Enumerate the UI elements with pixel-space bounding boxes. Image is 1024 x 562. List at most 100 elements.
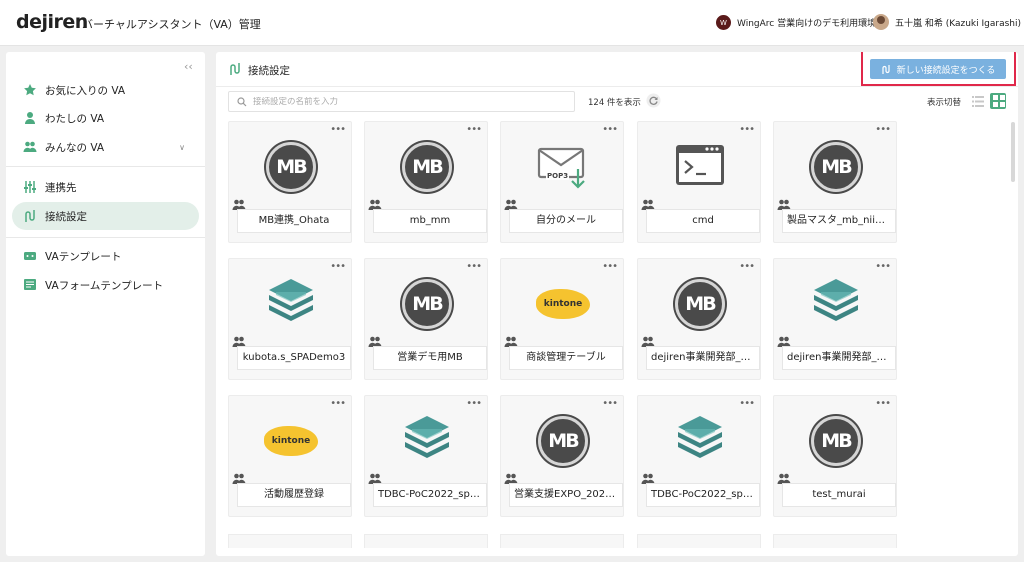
new-connection-button[interactable]: 新しい接続設定をつくる bbox=[870, 59, 1006, 79]
more-menu-icon[interactable]: ••• bbox=[466, 398, 482, 409]
grid-view-icon[interactable] bbox=[990, 93, 1006, 109]
sidebar-item-label: お気に入りの VA bbox=[45, 84, 126, 97]
refresh-icon[interactable] bbox=[646, 93, 661, 108]
add-connection-icon bbox=[881, 64, 891, 75]
card-title: 活動履歴登録 bbox=[237, 483, 351, 507]
more-menu-icon[interactable]: ••• bbox=[739, 124, 755, 135]
chevron-down-icon[interactable]: ∨ bbox=[179, 143, 185, 152]
connection-card[interactable]: ••• kintone 活動履歴登録 bbox=[228, 395, 352, 517]
connection-icon bbox=[23, 209, 37, 223]
sidebar-item-everyone-va[interactable]: みんなの VA ∨ bbox=[12, 133, 199, 161]
card-partial bbox=[773, 534, 897, 548]
spa-stack-icon bbox=[400, 413, 454, 469]
connection-card[interactable]: ••• kubota.s_SPADemo3 bbox=[228, 258, 352, 380]
more-menu-icon[interactable]: ••• bbox=[602, 261, 618, 272]
tenant-switcher[interactable]: W WingArc 営業向けのデモ利用環境 bbox=[716, 15, 876, 30]
scrollbar[interactable] bbox=[1011, 122, 1015, 182]
more-menu-icon[interactable]: ••• bbox=[330, 124, 346, 135]
shared-users-icon bbox=[641, 470, 655, 484]
list-view-icon[interactable] bbox=[971, 94, 985, 108]
more-menu-icon[interactable]: ••• bbox=[330, 261, 346, 272]
sidebar-item-integrations[interactable]: 連携先 bbox=[12, 173, 199, 201]
card-title: 営業支援EXPO_202204 bbox=[509, 483, 623, 507]
template-icon bbox=[23, 249, 37, 263]
search-icon bbox=[237, 96, 247, 107]
mail-pop3-icon: POP3 bbox=[536, 142, 590, 192]
tenant-badge: W bbox=[716, 15, 731, 30]
divider bbox=[6, 237, 205, 238]
more-menu-icon[interactable]: ••• bbox=[875, 124, 891, 135]
terminal-icon bbox=[674, 143, 726, 191]
card-partial bbox=[364, 534, 488, 548]
sidebar-item-favorite-va[interactable]: お気に入りの VA bbox=[12, 76, 199, 104]
shared-users-icon bbox=[232, 196, 246, 210]
card-title: 製品マスタ_mb_niioka bbox=[782, 209, 896, 233]
shared-users-icon bbox=[777, 470, 791, 484]
more-menu-icon[interactable]: ••• bbox=[739, 398, 755, 409]
connection-card[interactable]: ••• cmd bbox=[637, 121, 761, 243]
connection-card[interactable]: ••• MB MB連携_Ohata bbox=[228, 121, 352, 243]
shared-users-icon bbox=[232, 333, 246, 347]
form-template-icon bbox=[23, 278, 37, 292]
sidebar-item-va-templates[interactable]: VAテンプレート bbox=[12, 242, 199, 270]
more-menu-icon[interactable]: ••• bbox=[602, 398, 618, 409]
more-menu-icon[interactable]: ••• bbox=[875, 261, 891, 272]
avatar bbox=[873, 14, 889, 30]
connection-card[interactable]: ••• MB test_murai bbox=[773, 395, 897, 517]
sidebar-item-label: わたしの VA bbox=[45, 112, 105, 125]
card-title: 営業デモ用MB bbox=[373, 346, 487, 370]
more-menu-icon[interactable]: ••• bbox=[739, 261, 755, 272]
new-connection-label: 新しい接続設定をつくる bbox=[896, 65, 996, 76]
more-menu-icon[interactable]: ••• bbox=[330, 398, 346, 409]
divider bbox=[216, 86, 1018, 87]
sidebar-item-va-form-templates[interactable]: VAフォームテンプレート bbox=[12, 271, 199, 299]
shared-users-icon bbox=[504, 196, 518, 210]
spa-stack-icon bbox=[673, 413, 727, 469]
card-title: 商談管理テーブル bbox=[509, 346, 623, 370]
sidebar-item-connection-settings[interactable]: 接続設定 bbox=[12, 202, 199, 230]
spa-stack-icon bbox=[809, 276, 863, 332]
person-icon bbox=[23, 111, 37, 125]
app-title: バーチャルアシスタント（VA）管理 bbox=[82, 18, 261, 31]
user-name: 五十嵐 和希 (Kazuki Igarashi) bbox=[895, 18, 1021, 29]
connection-card[interactable]: ••• MB 製品マスタ_mb_niioka bbox=[773, 121, 897, 243]
mb-logo-icon: MB bbox=[402, 142, 452, 192]
connection-card[interactable]: ••• MB 営業支援EXPO_202204 bbox=[500, 395, 624, 517]
search-field[interactable] bbox=[228, 91, 575, 112]
connection-card[interactable]: ••• kintone 商談管理テーブル bbox=[500, 258, 624, 380]
connection-card[interactable]: ••• MB 営業デモ用MB bbox=[364, 258, 488, 380]
more-menu-icon[interactable]: ••• bbox=[875, 398, 891, 409]
shared-users-icon bbox=[641, 196, 655, 210]
connection-card[interactable]: ••• TDBC-PoC2022_spa-connection bbox=[364, 395, 488, 517]
card-title: MB連携_Ohata bbox=[237, 209, 351, 233]
connection-card[interactable]: ••• dejiren事業開発部_SPA連携 bbox=[773, 258, 897, 380]
connection-card[interactable]: ••• MB mb_mm bbox=[364, 121, 488, 243]
card-title: dejiren事業開発部_SPA連携 bbox=[782, 346, 896, 370]
shared-users-icon bbox=[504, 333, 518, 347]
result-count: 124 件を表示 bbox=[588, 98, 641, 108]
more-menu-icon[interactable]: ••• bbox=[602, 124, 618, 135]
more-menu-icon[interactable]: ••• bbox=[466, 261, 482, 272]
sidebar-item-label: みんなの VA bbox=[45, 141, 105, 154]
mb-logo-icon: MB bbox=[811, 416, 861, 466]
dejiren-logo[interactable]: dejiren bbox=[16, 11, 88, 33]
more-menu-icon[interactable]: ••• bbox=[466, 124, 482, 135]
page-header: 接続設定 bbox=[228, 61, 290, 80]
double-chevron-left-icon[interactable]: ‹‹ bbox=[184, 60, 193, 73]
search-input[interactable] bbox=[253, 96, 553, 107]
sidebar-item-my-va[interactable]: わたしの VA bbox=[12, 104, 199, 132]
tenant-name: WingArc 営業向けのデモ利用環境 bbox=[737, 19, 877, 29]
mb-logo-icon: MB bbox=[266, 142, 316, 192]
connection-card[interactable]: ••• MB dejiren事業開発部_MB連携 bbox=[637, 258, 761, 380]
shared-users-icon bbox=[504, 470, 518, 484]
mb-logo-icon: MB bbox=[538, 416, 588, 466]
connection-card[interactable]: ••• TDBC-PoC2022_spa-connection2 bbox=[637, 395, 761, 517]
view-toggle-label: 表示切替 bbox=[927, 98, 962, 108]
shared-users-icon bbox=[232, 470, 246, 484]
card-title: mb_mm bbox=[373, 209, 487, 233]
connection-card[interactable]: ••• POP3 自分のメール bbox=[500, 121, 624, 243]
card-partial bbox=[228, 534, 352, 548]
mb-logo-icon: MB bbox=[811, 142, 861, 192]
user-menu[interactable]: 五十嵐 和希 (Kazuki Igarashi) bbox=[873, 14, 1021, 30]
pop3-label: POP3 bbox=[546, 172, 570, 180]
